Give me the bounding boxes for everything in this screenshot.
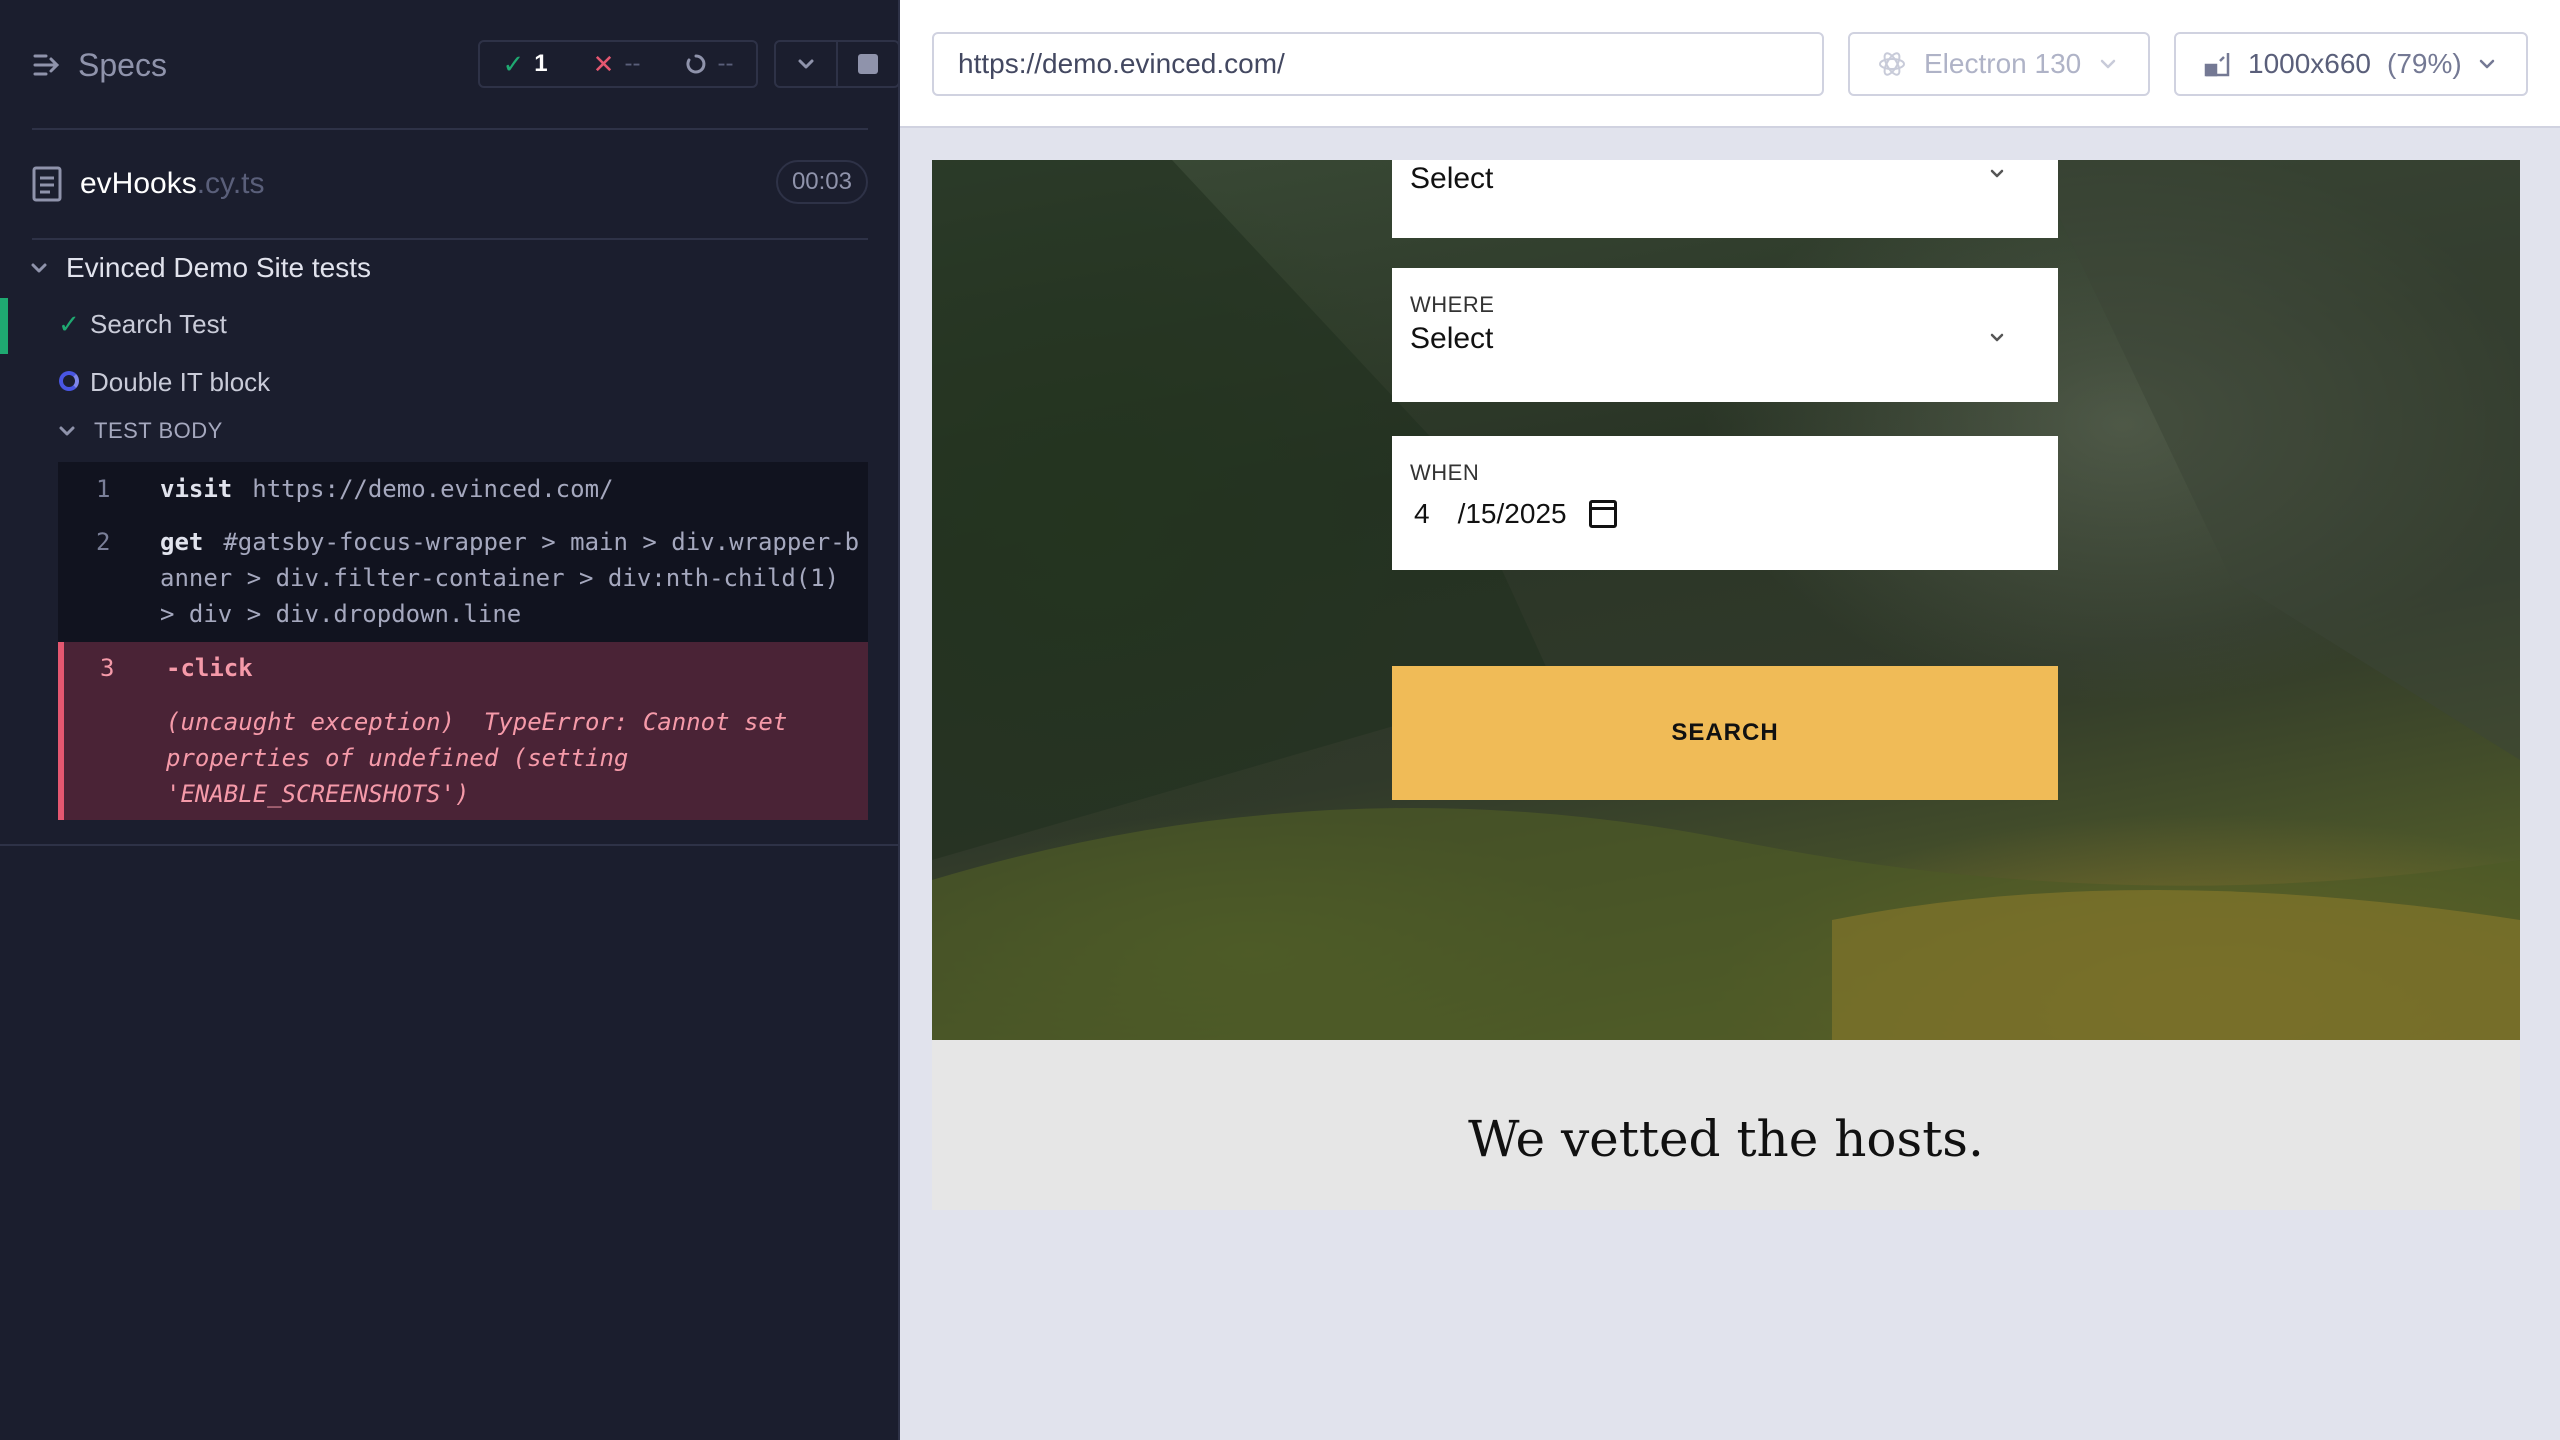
pending-count: -- (717, 50, 734, 77)
pending-stat: -- (685, 50, 733, 78)
chevron-down-icon (1990, 333, 2004, 342)
chevron-down-icon (31, 263, 47, 273)
aut-iframe: Select WHERE Select WHEN 4 /15 /2025 SEA… (932, 160, 2520, 1210)
url-bar[interactable]: https://demo.evinced.com/ (932, 32, 1824, 96)
failed-command-row[interactable]: 3 -click (uncaught exception) TypeError:… (58, 642, 868, 820)
file-icon (32, 166, 62, 202)
x-icon: ✕ (592, 48, 615, 79)
chevron-down-icon (2100, 59, 2116, 69)
where-value: Select (1410, 322, 1494, 355)
viewport-selector[interactable]: 1000x660 (79%) (2174, 32, 2528, 96)
spec-duration: 00:03 (775, 160, 868, 204)
aut-header: https://demo.evinced.com/ Electron 130 1… (900, 0, 2560, 128)
passed-stat: ✓ 1 (503, 49, 548, 80)
when-label: WHEN (1410, 460, 1480, 485)
test-body-header[interactable]: TEST BODY (58, 418, 223, 444)
date-input[interactable]: 4 /15 /2025 (1414, 498, 1617, 530)
suite-title: Evinced Demo Site tests (66, 252, 372, 283)
command-name: -click (166, 654, 253, 682)
run-controls (774, 40, 900, 88)
suite-row[interactable]: Evinced Demo Site tests (30, 248, 371, 288)
viewport-size: 1000x660 (2248, 48, 2372, 79)
failed-stat: ✕ -- (593, 49, 641, 80)
search-button[interactable]: SEARCH (1392, 666, 2058, 800)
check-icon: ✓ (502, 48, 525, 79)
what-value: Select (1410, 162, 1494, 195)
spinner-icon (56, 367, 82, 398)
when-date-field[interactable]: WHEN 4 /15 /2025 (1392, 436, 2058, 570)
test-row-double-it[interactable]: Double IT block (0, 356, 900, 408)
failed-count: -- (624, 50, 641, 77)
passed-indicator (0, 298, 8, 354)
specs-label: Specs (78, 46, 167, 83)
chevron-down-icon (59, 426, 75, 436)
url-text: https://demo.evinced.com/ (958, 48, 1285, 79)
chevron-down-icon (798, 59, 814, 69)
expand-button[interactable] (776, 42, 836, 86)
spec-file-ext: .cy.ts (196, 167, 265, 200)
chevron-down-icon (1990, 169, 2004, 178)
reporter-header: Specs ✓ 1 ✕ -- -- (32, 0, 900, 130)
viewport-scale: (79%) (2387, 48, 2462, 79)
command-name: visit (160, 475, 233, 503)
what-dropdown[interactable]: Select (1392, 160, 2058, 238)
hero-banner: Select WHERE Select WHEN 4 /15 /2025 SEA… (932, 160, 2520, 1040)
check-icon: ✓ (58, 308, 80, 339)
hosts-heading: We vetted the hosts. (1468, 1110, 1984, 1168)
command-message: https://demo.evinced.com/ (252, 475, 614, 503)
command-number: 3 (100, 654, 115, 682)
test-body-label: TEST BODY (94, 418, 223, 443)
menu-collapse-icon (33, 54, 60, 76)
calendar-icon[interactable] (1588, 500, 1617, 528)
date-month[interactable]: 4 (1414, 498, 1430, 530)
where-label: WHERE (1410, 292, 1495, 317)
test-row-search[interactable]: ✓ Search Test (0, 298, 900, 354)
hosts-section: We vetted the hosts. (932, 1040, 2520, 1210)
spinner-icon (686, 54, 706, 74)
command-row[interactable]: 1 visit https://demo.evinced.com/ (58, 462, 868, 516)
search-label: SEARCH (1671, 719, 1779, 746)
divider (0, 844, 900, 846)
electron-icon (1879, 52, 1905, 76)
viewport-icon (2204, 53, 2230, 77)
spec-file-name: evHooks (80, 167, 197, 200)
browser-selector[interactable]: Electron 130 (1848, 32, 2150, 96)
command-message: #gatsby-focus-wrapper > main > div.wrapp… (160, 528, 860, 628)
browser-name: Electron 130 (1924, 48, 2082, 79)
date-year[interactable]: /2025 (1497, 498, 1567, 530)
spec-file-row[interactable]: evHooks .cy.ts 00:03 (32, 130, 868, 240)
error-message: (uncaught exception) TypeError: Cannot s… (166, 708, 802, 808)
chevron-down-icon (2479, 59, 2494, 69)
test-title: Search Test (90, 308, 227, 339)
command-name: get (160, 528, 204, 556)
stop-button[interactable] (836, 42, 898, 86)
app-under-test-panel: https://demo.evinced.com/ Electron 130 1… (900, 0, 2560, 1440)
stop-icon (858, 54, 878, 74)
command-number: 1 (96, 475, 111, 503)
reporter-panel: Specs ✓ 1 ✕ -- -- evHooks .cy.ts 00:03 E… (0, 0, 900, 1440)
specs-toggle-button[interactable]: Specs (32, 40, 167, 90)
where-dropdown[interactable]: WHERE Select (1392, 268, 2058, 402)
passed-count: 1 (534, 50, 548, 77)
test-stats: ✓ 1 ✕ -- -- (478, 40, 758, 88)
date-day[interactable]: /15 (1458, 498, 1497, 530)
command-number: 2 (96, 528, 111, 556)
test-title: Double IT block (90, 366, 271, 397)
